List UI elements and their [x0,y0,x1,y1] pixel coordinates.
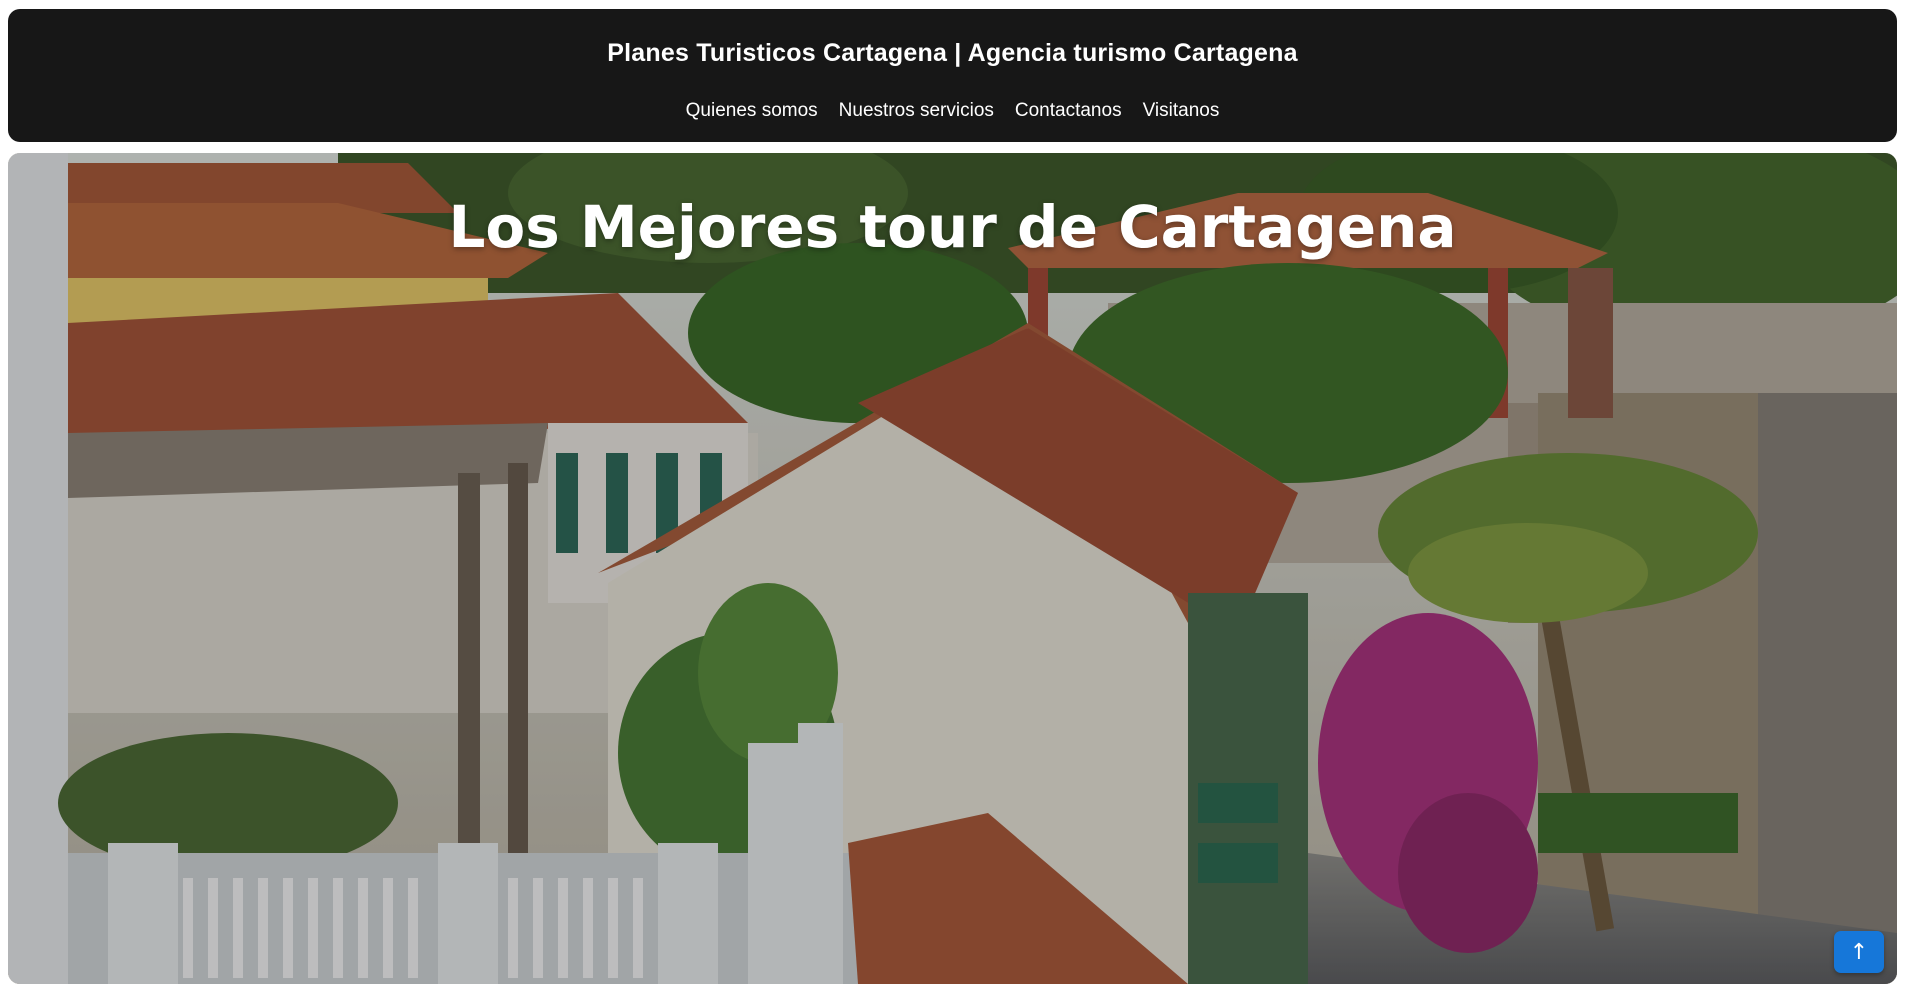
nav-link-quienes-somos[interactable]: Quienes somos [686,100,818,122]
hero-banner: Los Mejores tour de Cartagena [8,153,1897,984]
nav-link-nuestros-servicios[interactable]: Nuestros servicios [839,100,994,122]
site-header: Planes Turisticos Cartagena | Agencia tu… [8,9,1897,142]
hero-title: Los Mejores tour de Cartagena [448,193,1457,261]
scroll-to-top-button[interactable]: ↑ [1834,931,1884,973]
nav-link-contactanos[interactable]: Contactanos [1015,100,1122,122]
nav-link-visitanos[interactable]: Visitanos [1143,100,1220,122]
site-title[interactable]: Planes Turisticos Cartagena | Agencia tu… [8,39,1897,68]
arrow-up-icon: ↑ [1849,939,1869,965]
hero-overlay [8,153,1897,984]
main-nav: Quienes somos Nuestros servicios Contact… [8,100,1897,122]
